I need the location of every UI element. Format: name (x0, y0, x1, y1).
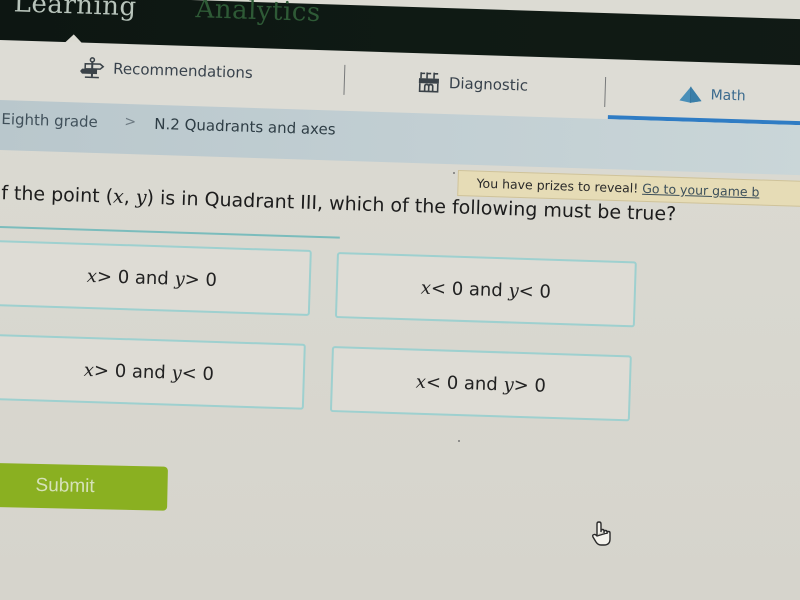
choice-text: < 0 and (430, 277, 504, 301)
tab-diagnostic[interactable]: Diagnostic (417, 71, 529, 96)
screen: Learning Analytics Recommendations Diagn… (0, 0, 800, 600)
tab-recommendations[interactable]: Recommendations (79, 57, 253, 84)
tab-recommendations-label: Recommendations (112, 59, 253, 82)
screen-speck (458, 440, 460, 442)
choice-var-y: y (174, 268, 186, 290)
tab-math[interactable]: Math (678, 85, 746, 105)
breadcrumb-chevron-icon: > (124, 113, 137, 131)
hand-pointer-cursor-icon (591, 521, 611, 546)
nav-analytics[interactable]: Analytics (195, 0, 321, 28)
choice-var-x: x (86, 265, 98, 287)
prize-text: You have prizes to reveal! (476, 175, 639, 196)
nav-learning[interactable]: Learning (13, 0, 137, 22)
signpost-icon (80, 57, 105, 79)
choice-var-y: y (171, 362, 183, 384)
answer-choice-2[interactable]: x < 0 and y < 0 (334, 252, 637, 328)
pyramid-icon (679, 86, 702, 103)
tab-diagnostic-label: Diagnostic (448, 74, 529, 95)
choice-text: < 0 (518, 280, 552, 303)
screen-speck (453, 172, 455, 174)
tab-divider (343, 64, 346, 95)
choice-var-x: x (83, 359, 95, 381)
choice-var-y: y (508, 279, 520, 302)
question-var-y: y (135, 186, 147, 209)
answer-choice-3[interactable]: x > 0 and y < 0 (0, 334, 306, 410)
divider (0, 226, 340, 239)
choice-text: < 0 and (425, 371, 499, 395)
choice-var-x: x (415, 371, 427, 393)
breadcrumb-skill: N.2 Quadrants and axes (154, 114, 336, 139)
game-board-link[interactable]: Go to your game b (642, 181, 760, 200)
question-part: , (123, 186, 137, 209)
choice-text: > 0 (513, 374, 547, 397)
choice-var-x: x (420, 277, 432, 299)
submit-button[interactable]: Submit (0, 463, 168, 511)
tab-math-label: Math (710, 87, 746, 105)
choice-var-y: y (503, 373, 515, 396)
choice-text: > 0 and (96, 265, 170, 290)
choice-text: < 0 (181, 362, 215, 385)
choice-text: > 0 and (93, 359, 167, 383)
tab-divider (604, 77, 607, 108)
answer-choice-4[interactable]: x < 0 and y > 0 (329, 346, 632, 422)
breadcrumb-grade[interactable]: Eighth grade (1, 110, 98, 131)
choice-text: > 0 (184, 268, 218, 291)
diagnostic-icon (418, 72, 439, 93)
question-part: If the point ( (0, 182, 114, 208)
answer-choice-1[interactable]: x > 0 and y > 0 (0, 240, 312, 316)
